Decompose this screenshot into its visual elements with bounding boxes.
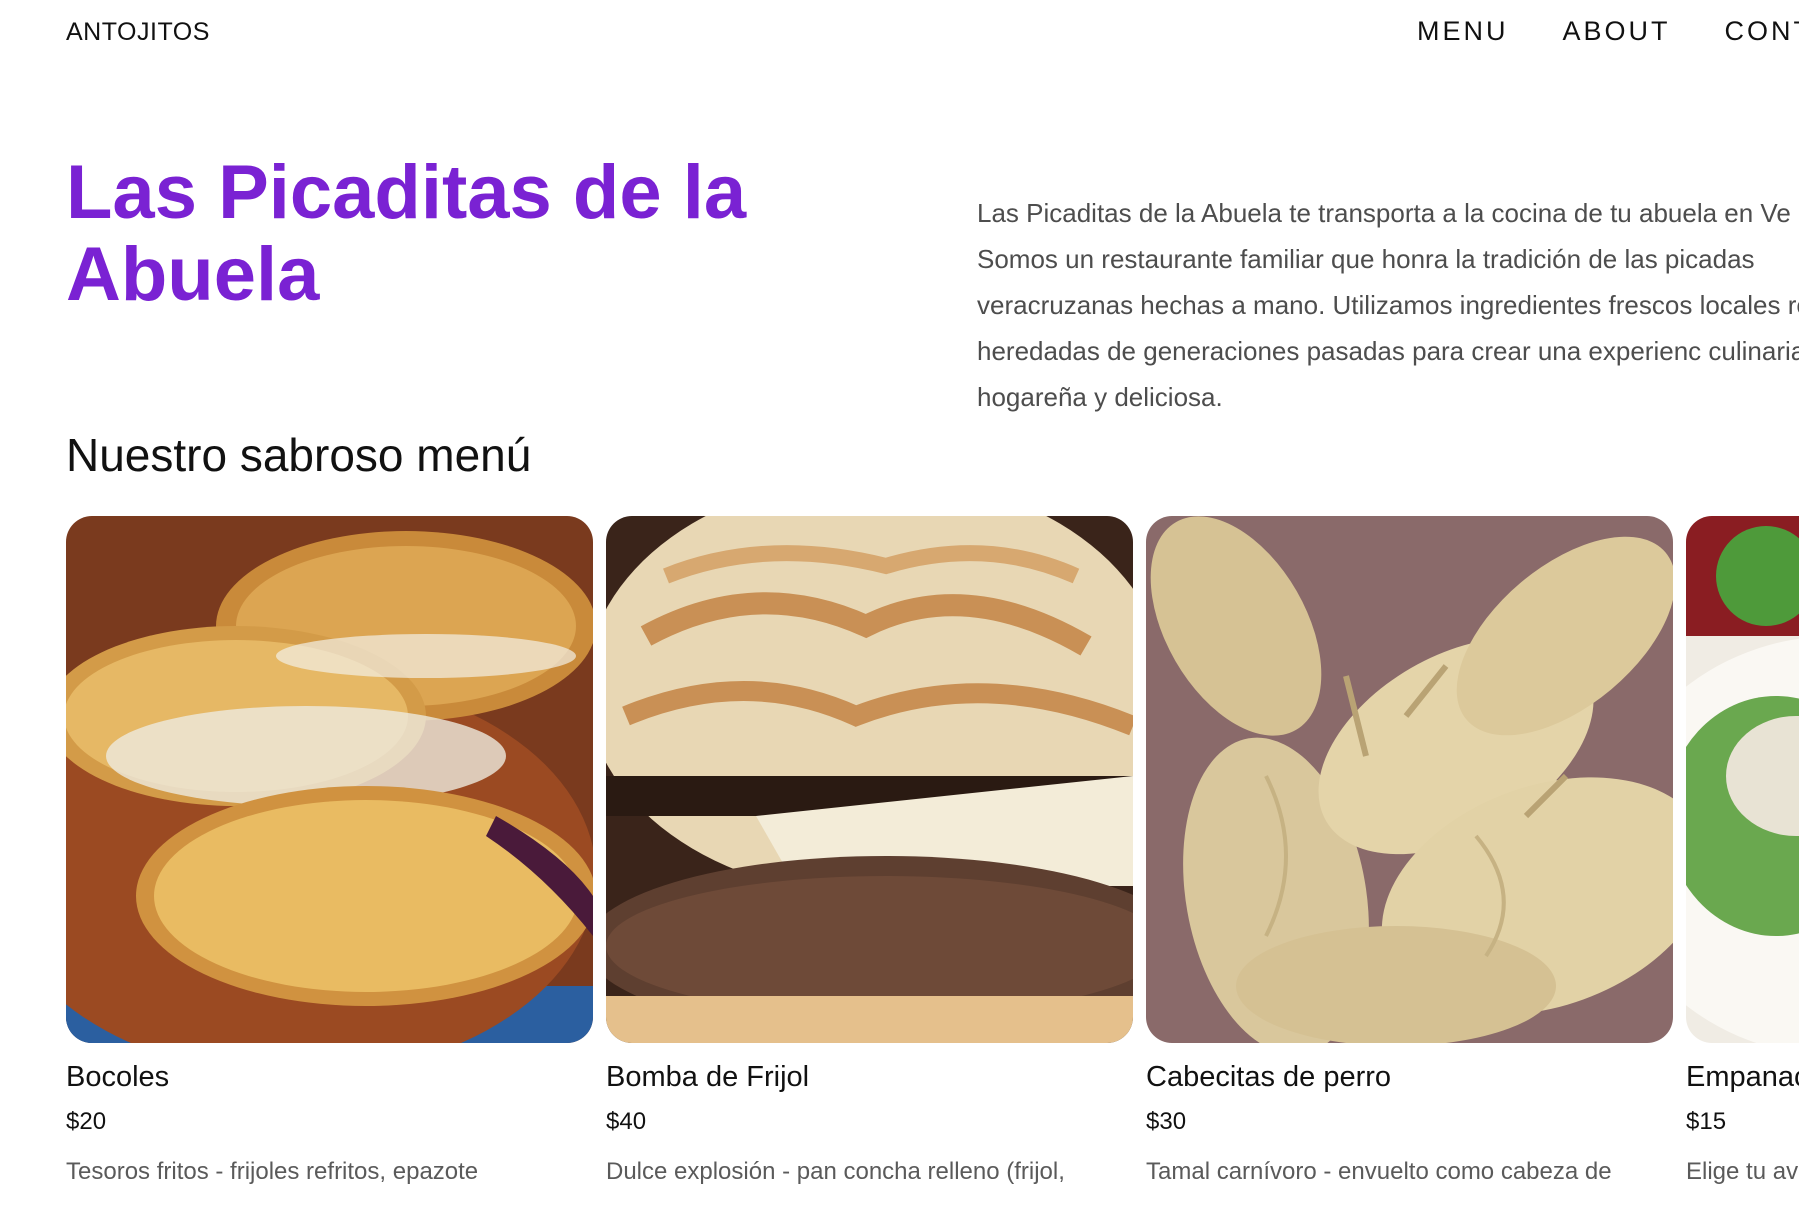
empanadas-illustration (1686, 516, 1799, 1043)
menu-item-price: $40 (606, 1108, 647, 1135)
menu-item-name: Empanac (1686, 1061, 1799, 1093)
cabecitas-illustration (1146, 516, 1673, 1043)
nav-link-menu[interactable]: MENU (1417, 16, 1509, 47)
menu-section-title: Nuestro sabroso menú (66, 429, 532, 481)
empanadas-photo[interactable] (1686, 516, 1799, 1043)
page: ANTOJITOS MENU ABOUT CONTA Las Picaditas… (0, 0, 1799, 1206)
menu-cards: Bocoles $20 Tesoros fritos - frijoles re… (66, 516, 1799, 1186)
menu-item-price: $20 (66, 1108, 107, 1135)
menu-item-description: Elige tu av (1686, 1158, 1799, 1185)
nav-link-contact[interactable]: CONTA (1725, 16, 1799, 47)
menu-item-price: $15 (1686, 1108, 1727, 1135)
bomba-de-frijol-photo[interactable] (606, 516, 1133, 1043)
menu-card-cabecitas-de-perro[interactable]: Cabecitas de perro $30 Tamal carnívoro -… (1146, 516, 1673, 1186)
menu-item-description: Dulce explosión - pan concha relleno (fr… (606, 1158, 1065, 1185)
hero-title: Las Picaditas de la Abuela (66, 150, 747, 317)
menu-item-description: Tamal carnívoro - envuelto como cabeza d… (1146, 1158, 1612, 1185)
menu-item-name: Bocoles (66, 1061, 170, 1093)
brand-logo[interactable]: ANTOJITOS (66, 18, 210, 47)
menu-card-bomba-de-frijol[interactable]: Bomba de Frijol $40 Dulce explosión - pa… (606, 516, 1133, 1186)
menu-card-empanadas[interactable]: Empanac $15 Elige tu av (1686, 516, 1799, 1186)
top-nav: MENU ABOUT CONTA (1417, 16, 1799, 47)
bocoles-photo[interactable] (66, 516, 593, 1043)
bomba-illustration (606, 516, 1133, 1043)
menu-item-description: Tesoros fritos - frijoles refritos, epaz… (66, 1158, 479, 1185)
menu-item-price: $30 (1146, 1108, 1187, 1135)
menu-item-name: Cabecitas de perro (1146, 1061, 1392, 1093)
hero-description: Las Picaditas de la Abuela te transporta… (977, 198, 1799, 412)
menu-item-name: Bomba de Frijol (606, 1061, 810, 1093)
bocoles-illustration (66, 516, 593, 1043)
menu-card-bocoles[interactable]: Bocoles $20 Tesoros fritos - frijoles re… (66, 516, 593, 1186)
cabecitas-de-perro-photo[interactable] (1146, 516, 1673, 1043)
nav-link-about[interactable]: ABOUT (1563, 16, 1671, 47)
